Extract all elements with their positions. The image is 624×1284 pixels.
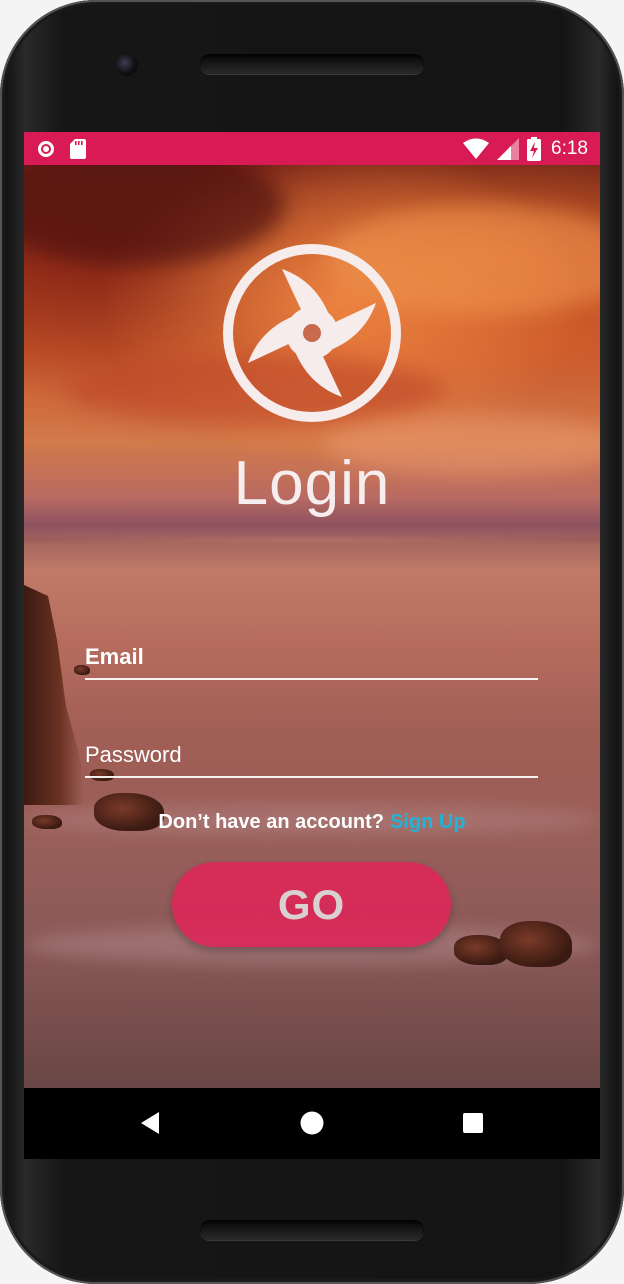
page-title: Login — [233, 449, 391, 518]
rock — [500, 921, 572, 967]
status-bar: 6:18 — [24, 132, 600, 165]
go-button-label: GO — [277, 880, 346, 928]
go-button[interactable]: GO — [172, 862, 451, 947]
battery-charging-icon — [527, 137, 542, 161]
screen: 6:18 Login Email Password Don’t have an … — [24, 132, 600, 1159]
password-field[interactable]: Password — [85, 732, 538, 778]
phone-frame: 6:18 Login Email Password Don’t have an … — [0, 0, 624, 1284]
status-time: 6:18 — [551, 138, 588, 159]
email-field[interactable]: Email — [85, 634, 538, 680]
navigation-bar — [24, 1088, 600, 1159]
signup-prompt: Don’t have an account? — [158, 811, 385, 833]
sd-card-icon — [70, 139, 86, 159]
password-field-label: Password — [85, 742, 182, 767]
cliff-rock — [24, 585, 84, 805]
recents-icon[interactable] — [462, 1112, 484, 1134]
top-speaker — [200, 54, 424, 74]
record-icon — [38, 141, 54, 157]
back-icon[interactable] — [137, 1110, 163, 1136]
bottom-speaker — [200, 1220, 424, 1240]
front-camera — [116, 54, 138, 76]
signal-icon — [497, 138, 520, 160]
login-screen: Login Email Password Don’t have an accou… — [24, 165, 600, 1088]
home-icon[interactable] — [299, 1110, 325, 1136]
wifi-icon — [463, 138, 490, 159]
horizon — [24, 537, 600, 543]
signup-link[interactable]: Sign Up — [390, 811, 466, 833]
shuriken-logo-icon — [223, 244, 401, 422]
email-field-label: Email — [85, 644, 144, 669]
signup-row: Don’t have an account? Sign Up — [24, 811, 600, 834]
